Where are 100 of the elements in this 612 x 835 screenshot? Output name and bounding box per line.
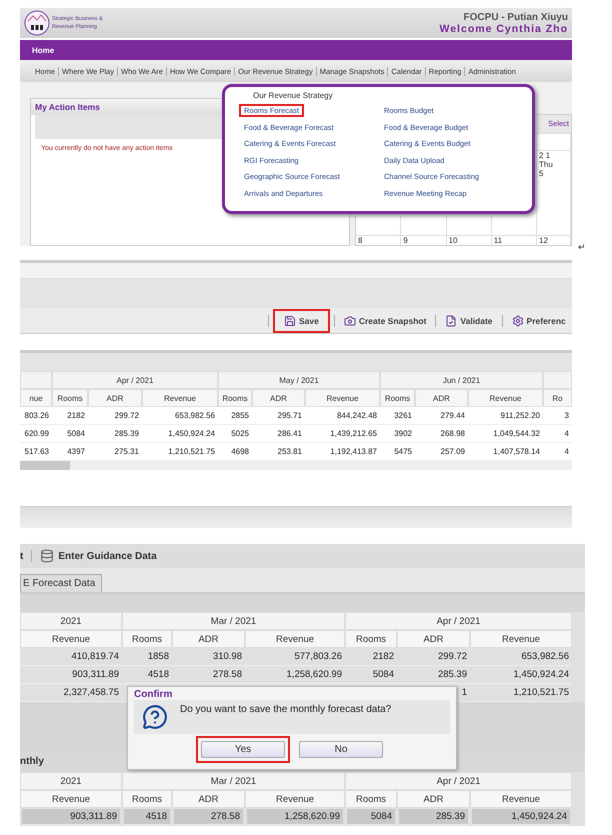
toolbar-button[interactable]: Validate: [442, 312, 496, 328]
header-cell: [543, 371, 572, 389]
column-header: Rooms: [380, 389, 415, 407]
table-cell: 4518: [124, 809, 170, 825]
welcome-text: Welcome Cynthia Zho: [440, 22, 568, 34]
column-header: Rooms: [345, 790, 397, 808]
table-cell: 295.71: [252, 407, 305, 425]
document-check-icon: [445, 314, 458, 326]
property-name: FOCPU - Putian Xiuyu: [464, 12, 568, 22]
logo-icon: [24, 10, 50, 36]
table-cell: 653,982.56: [142, 407, 218, 425]
column-header: Rooms: [122, 790, 172, 808]
column-header: Rooms: [345, 630, 397, 648]
table-cell: 903,311.89: [20, 666, 122, 684]
table-cell: 653,982.56: [470, 648, 572, 666]
column-header: Rooms: [122, 630, 172, 648]
toolbar-text[interactable]: t: [20, 550, 24, 562]
column-header: nue: [20, 389, 52, 407]
save-icon: [284, 314, 296, 326]
date-label: 8: [358, 236, 362, 245]
column-header: Revenue: [20, 790, 122, 808]
table-cell: 4: [543, 425, 572, 443]
column-header: Ro: [543, 389, 572, 407]
column-header: ADR: [397, 630, 470, 648]
table-cell: 911,252.20: [468, 407, 543, 425]
table-cell: 1,450,924.24: [470, 666, 572, 684]
table-cell: 2855: [218, 407, 252, 425]
menu-title: Our Revenue Strategy: [252, 91, 334, 100]
table-cell: 1,450,924.24: [472, 809, 570, 825]
table-cell: 286.41: [252, 425, 305, 443]
column-header: ADR: [415, 389, 468, 407]
month-header: May / 2021: [218, 371, 380, 389]
week-label: 2 1: [539, 151, 550, 160]
column-header: Rooms: [218, 389, 252, 407]
date-label: 5: [539, 169, 544, 178]
column-header: Revenue: [20, 630, 122, 648]
table-cell: 577,803.26: [245, 648, 345, 666]
table-cell: 285.39: [88, 425, 142, 443]
table-cell: 803.26: [20, 407, 52, 425]
table-cell: 1,439,212.65: [305, 425, 380, 443]
toolbar-button[interactable]: Save: [281, 312, 322, 328]
table-cell: 5025: [218, 425, 252, 443]
table-cell: 410,819.74: [20, 648, 122, 666]
table-cell: 5084: [345, 666, 397, 684]
date-label: 10: [448, 236, 458, 245]
dialog-button[interactable]: No: [299, 741, 383, 758]
question-icon: [142, 704, 168, 730]
table-cell: 1,258,620.99: [247, 809, 343, 825]
column-header: ADR: [397, 790, 470, 808]
table-cell: 903,311.89: [22, 809, 120, 825]
column-header: ADR: [172, 630, 245, 648]
tab[interactable]: E Forecast Data: [20, 574, 102, 592]
date-label: 9: [403, 236, 408, 245]
table-cell: 5084: [52, 425, 88, 443]
toolbar-button[interactable]: Create Snapshot: [340, 312, 430, 328]
column-header: Rooms: [52, 389, 88, 407]
column-header: Revenue: [245, 630, 345, 648]
column-header: Revenue: [470, 790, 572, 808]
table-cell: 299.72: [88, 407, 142, 425]
guidance-button[interactable]: Enter Guidance Data: [40, 549, 157, 563]
table-cell: 2182: [345, 648, 397, 666]
table-cell: 5084: [347, 809, 395, 825]
month-header: Apr / 2021: [52, 371, 218, 389]
month-header: Jun / 2021: [380, 371, 543, 389]
month-header: Apr / 2021: [345, 772, 572, 790]
column-header: ADR: [88, 389, 142, 407]
month-header: Apr / 2021: [345, 612, 572, 630]
toolbar-button[interactable]: Preferenc: [508, 312, 569, 328]
table-cell: 1,049,544.32: [468, 425, 543, 443]
table-cell: 3: [543, 407, 572, 425]
header-cell: [20, 371, 52, 389]
dialog-message: Do you want to save the monthly forecast data?: [180, 704, 392, 715]
table-cell: 3902: [380, 425, 415, 443]
table-cell: 310.98: [172, 648, 245, 666]
table-cell: 285.39: [399, 809, 468, 825]
table-cell: 268.98: [415, 425, 468, 443]
column-header: Revenue: [305, 389, 380, 407]
settings-icon: [512, 314, 524, 326]
database-icon: [40, 549, 54, 563]
column-header: Revenue: [142, 389, 218, 407]
table-cell: 4518: [122, 666, 172, 684]
dialog-button[interactable]: Yes: [201, 741, 285, 758]
scrollbar-thumb[interactable]: [20, 461, 70, 470]
table-cell: 285.39: [397, 666, 470, 684]
date-label: 11: [494, 236, 502, 245]
table-cell: 2182: [52, 407, 88, 425]
table-cell: 3261: [380, 407, 415, 425]
month-header: Mar / 2021: [122, 772, 345, 790]
table-cell: 1,450,924.24: [142, 425, 218, 443]
day-label: Thu: [539, 160, 553, 170]
column-header: Revenue: [245, 790, 345, 808]
table-cell: 620.99: [20, 425, 52, 443]
table-cell: 299.72: [397, 648, 470, 666]
month-header: Mar / 2021: [122, 612, 345, 630]
primary-tab[interactable]: Home: [32, 46, 54, 54]
dialog-title: Confirm: [134, 689, 174, 700]
column-header: ADR: [252, 389, 305, 407]
camera-icon: [344, 314, 356, 326]
month-header: 2021: [20, 612, 122, 630]
table-cell: 1,258,620.99: [245, 666, 345, 684]
